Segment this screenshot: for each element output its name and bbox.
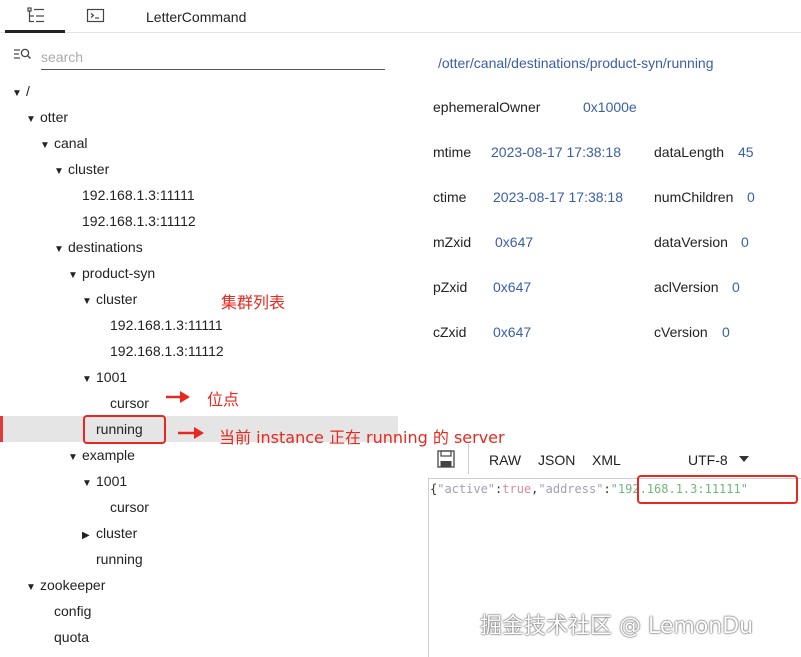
tree-node[interactable]: quota xyxy=(54,625,89,649)
mtime-value: 2023-08-17 17:38:18 xyxy=(491,144,621,160)
terminal-icon[interactable] xyxy=(86,7,106,25)
tree-node[interactable]: 192.168.1.3:11111 xyxy=(82,183,195,207)
save-icon[interactable] xyxy=(437,450,455,468)
annotation-arrow-icon xyxy=(178,427,204,439)
data-version-label: dataVersion xyxy=(654,234,728,250)
caret-down-icon[interactable]: ▼ xyxy=(26,108,40,132)
tree-node[interactable]: 192.168.1.3:11112 xyxy=(110,339,224,363)
caret-down-icon[interactable]: ▼ xyxy=(26,576,40,600)
cversion-label: cVersion xyxy=(654,324,708,340)
num-children-label: numChildren xyxy=(654,189,734,205)
search-input[interactable] xyxy=(41,44,385,70)
tree-node[interactable]: ▼ destinations xyxy=(54,235,143,259)
tree-node[interactable]: ▼ otter xyxy=(26,105,68,129)
tree-node[interactable]: ▼ / xyxy=(12,79,30,103)
toolbar-divider xyxy=(468,444,469,474)
tree-node[interactable]: 192.168.1.3:11112 xyxy=(82,209,196,233)
pzxid-label: pZxid xyxy=(433,279,468,295)
ctime-label: ctime xyxy=(433,189,467,205)
tree-node[interactable]: ▼ 1001 xyxy=(82,365,127,389)
caret-down-icon[interactable]: ▼ xyxy=(68,264,82,288)
caret-down-icon[interactable]: ▼ xyxy=(12,82,26,106)
encoding-select[interactable]: UTF-8 xyxy=(688,452,728,468)
caret-right-icon[interactable]: ▶ xyxy=(82,524,96,548)
acl-version-label: aclVersion xyxy=(654,279,719,295)
mzxid-label: mZxid xyxy=(433,234,472,250)
tree-node[interactable]: cursor xyxy=(110,495,149,519)
annotation-address-highlight-box xyxy=(637,475,798,504)
pzxid-value: 0x647 xyxy=(493,279,532,295)
tree-node[interactable]: cursor xyxy=(110,391,149,415)
ephemeral-owner-label: ephemeralOwner xyxy=(433,99,541,115)
tree-icon[interactable] xyxy=(26,7,46,25)
tree-node[interactable]: ▼ canal xyxy=(40,131,87,155)
caret-down-icon[interactable]: ▼ xyxy=(82,290,96,314)
json-format-button[interactable]: JSON xyxy=(538,452,575,468)
node-path: /otter/canal/destinations/product-syn/ru… xyxy=(438,55,714,71)
tree-node[interactable]: running xyxy=(96,547,143,571)
data-version-value: 0 xyxy=(741,234,749,250)
xml-format-button[interactable]: XML xyxy=(592,452,621,468)
active-tab-indicator xyxy=(5,30,65,33)
chevron-down-icon[interactable] xyxy=(739,456,749,462)
tree-node[interactable]: ▼ zookeeper xyxy=(26,573,105,597)
data-length-value: 45 xyxy=(738,144,754,160)
caret-down-icon[interactable]: ▼ xyxy=(54,160,68,184)
tab-letter-command[interactable]: LetterCommand xyxy=(146,9,246,25)
ephemeral-owner-value: 0x1000e xyxy=(583,99,636,115)
tree-node[interactable]: 192.168.1.3:11111 xyxy=(110,313,223,337)
annotation-cluster-list: 集群列表 xyxy=(221,293,286,312)
czxid-value: 0x647 xyxy=(493,324,532,340)
watermark: 掘金技术社区 @ LemonDu xyxy=(480,614,754,639)
annotation-arrow-icon xyxy=(166,391,190,403)
acl-version-value: 0 xyxy=(732,279,740,295)
mtime-label: mtime xyxy=(433,144,472,160)
raw-format-button[interactable]: RAW xyxy=(489,452,521,468)
caret-down-icon[interactable]: ▼ xyxy=(68,446,82,470)
caret-down-icon[interactable]: ▼ xyxy=(54,238,68,262)
data-length-label: dataLength xyxy=(654,144,725,160)
search-icon xyxy=(14,48,31,59)
annotation-highlight-box xyxy=(83,415,166,444)
tree-node[interactable]: config xyxy=(54,599,91,623)
tree-node[interactable]: ▶ cluster xyxy=(82,521,137,545)
cversion-value: 0 xyxy=(722,324,730,340)
tree-node[interactable]: ▼ 1001 xyxy=(82,469,127,493)
num-children-value: 0 xyxy=(747,189,755,205)
top-tab-bar: LetterCommand xyxy=(0,0,801,33)
tree-node[interactable]: ▼ cluster xyxy=(82,287,137,311)
czxid-label: cZxid xyxy=(433,324,467,340)
ctime-value: 2023-08-17 17:38:18 xyxy=(493,189,623,205)
tree-node[interactable]: ▼ example xyxy=(68,443,135,467)
tree-node[interactable]: ▼ cluster xyxy=(54,157,109,181)
caret-down-icon[interactable]: ▼ xyxy=(40,134,54,158)
caret-down-icon[interactable]: ▼ xyxy=(82,368,96,392)
annotation-running-server: 当前 instance 正在 running 的 server xyxy=(219,428,505,447)
caret-down-icon[interactable]: ▼ xyxy=(82,472,96,496)
tree-node[interactable]: ▼ product-syn xyxy=(68,261,155,285)
annotation-position: 位点 xyxy=(207,390,240,409)
mzxid-value: 0x647 xyxy=(495,234,534,250)
